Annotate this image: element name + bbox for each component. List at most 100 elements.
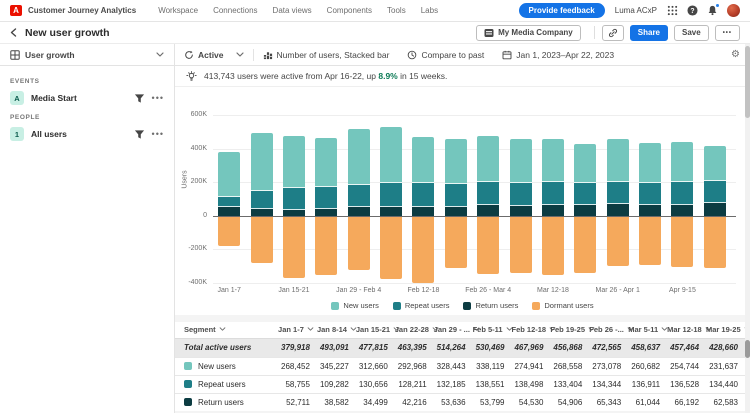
- bar-dormant-users[interactable]: [315, 217, 337, 275]
- column-header-week[interactable]: Mar 5-11: [628, 322, 667, 338]
- column-header-week[interactable]: Jan 22-28: [395, 322, 434, 338]
- bar-new-users[interactable]: [510, 139, 532, 183]
- nav-item-labs[interactable]: Labs: [421, 6, 438, 15]
- bar-dormant-users[interactable]: [639, 217, 661, 265]
- settings-gear-icon[interactable]: ⚙: [731, 49, 740, 60]
- help-icon[interactable]: ?: [687, 5, 698, 16]
- bar-new-users[interactable]: [412, 137, 434, 183]
- bar-return-users[interactable]: [542, 205, 564, 216]
- nav-item-connections[interactable]: Connections: [213, 6, 257, 15]
- column-header-week[interactable]: Feb 12-18: [511, 322, 550, 338]
- bar-return-users[interactable]: [445, 207, 467, 216]
- bar-new-users[interactable]: [477, 136, 499, 182]
- column-header-week[interactable]: Jan 29 - ...: [434, 322, 473, 338]
- column-header-week[interactable]: Jan 8-14: [317, 322, 356, 338]
- dimension-selector[interactable]: User growth: [0, 44, 175, 65]
- bar-new-users[interactable]: [574, 144, 596, 183]
- bar-repeat-users[interactable]: [607, 182, 629, 205]
- bar-repeat-users[interactable]: [510, 183, 532, 206]
- bar-new-users[interactable]: [607, 139, 629, 181]
- bar-return-users[interactable]: [412, 207, 434, 216]
- bar-return-users[interactable]: [639, 205, 661, 215]
- company-selector-button[interactable]: My Media Company: [476, 25, 581, 41]
- nav-item-data-views[interactable]: Data views: [273, 6, 312, 15]
- column-header-week[interactable]: Feb 19-25: [550, 322, 589, 338]
- bar-new-users[interactable]: [445, 139, 467, 184]
- legend-item-new-users[interactable]: New users: [331, 301, 378, 310]
- back-button[interactable]: [10, 28, 17, 37]
- org-name[interactable]: Luma ACxP: [615, 6, 657, 15]
- column-header-week[interactable]: Jan 15-21: [356, 322, 395, 338]
- bar-dormant-users[interactable]: [704, 217, 726, 267]
- bar-dormant-users[interactable]: [445, 217, 467, 267]
- bar-repeat-users[interactable]: [477, 182, 499, 205]
- legend-item-dormant-users[interactable]: Dormant users: [532, 301, 593, 310]
- share-button[interactable]: Share: [630, 25, 668, 41]
- bar-repeat-users[interactable]: [412, 183, 434, 206]
- bar-dormant-users[interactable]: [283, 217, 305, 277]
- bar-new-users[interactable]: [380, 127, 402, 184]
- people-item-all-users[interactable]: 1 All users •••: [10, 127, 164, 141]
- vertical-scrollbar[interactable]: [745, 44, 750, 413]
- bar-return-users[interactable]: [380, 207, 402, 216]
- bar-return-users[interactable]: [348, 207, 370, 216]
- bar-dormant-users[interactable]: [348, 217, 370, 270]
- column-header-week[interactable]: Mar 19-25: [706, 322, 745, 338]
- more-actions-button[interactable]: •••: [715, 25, 740, 41]
- bar-dormant-users[interactable]: [574, 217, 596, 272]
- bar-new-users[interactable]: [639, 143, 661, 183]
- bar-dormant-users[interactable]: [510, 217, 532, 272]
- bar-dormant-users[interactable]: [607, 217, 629, 266]
- more-options-icon[interactable]: •••: [152, 130, 164, 139]
- table-scrollbar-thumb[interactable]: [745, 340, 750, 358]
- bar-return-users[interactable]: [218, 207, 240, 216]
- compare-to-past-button[interactable]: Compare to past: [398, 44, 493, 65]
- bar-dormant-users[interactable]: [477, 217, 499, 273]
- nav-item-workspace[interactable]: Workspace: [158, 6, 198, 15]
- notifications-bell-icon[interactable]: [707, 5, 718, 16]
- bar-repeat-users[interactable]: [315, 187, 337, 209]
- bar-new-users[interactable]: [218, 152, 240, 197]
- status-dropdown[interactable]: Active: [175, 44, 253, 65]
- nav-item-tools[interactable]: Tools: [387, 6, 406, 15]
- bar-repeat-users[interactable]: [574, 183, 596, 206]
- bar-dormant-users[interactable]: [218, 217, 240, 246]
- bar-dormant-users[interactable]: [251, 217, 273, 262]
- bar-dormant-users[interactable]: [412, 217, 434, 283]
- save-button[interactable]: Save: [674, 25, 709, 41]
- bar-return-users[interactable]: [283, 210, 305, 216]
- bar-repeat-users[interactable]: [283, 188, 305, 210]
- bar-new-users[interactable]: [315, 138, 337, 187]
- bar-new-users[interactable]: [251, 133, 273, 191]
- bar-repeat-users[interactable]: [704, 181, 726, 203]
- bar-return-users[interactable]: [510, 206, 532, 216]
- column-header-week[interactable]: Feb 5-11: [473, 322, 512, 338]
- column-header-week[interactable]: Jan 1-7: [278, 322, 317, 338]
- bar-repeat-users[interactable]: [251, 191, 273, 209]
- bar-return-users[interactable]: [704, 203, 726, 215]
- bar-dormant-users[interactable]: [671, 217, 693, 267]
- column-header-week[interactable]: Mar 12-18: [667, 322, 706, 338]
- bar-repeat-users[interactable]: [218, 197, 240, 207]
- bar-repeat-users[interactable]: [445, 184, 467, 206]
- bar-repeat-users[interactable]: [348, 185, 370, 207]
- bar-new-users[interactable]: [704, 146, 726, 181]
- bar-dormant-users[interactable]: [380, 217, 402, 278]
- bar-repeat-users[interactable]: [542, 182, 564, 205]
- bar-return-users[interactable]: [315, 209, 337, 216]
- bar-new-users[interactable]: [542, 139, 564, 182]
- bar-return-users[interactable]: [607, 204, 629, 215]
- bar-return-users[interactable]: [671, 205, 693, 216]
- bar-repeat-users[interactable]: [671, 182, 693, 205]
- filter-icon[interactable]: [134, 93, 145, 104]
- legend-item-return-users[interactable]: Return users: [463, 301, 518, 310]
- more-options-icon[interactable]: •••: [152, 94, 164, 103]
- nav-item-components[interactable]: Components: [327, 6, 372, 15]
- filter-icon[interactable]: [134, 129, 145, 140]
- provide-feedback-button[interactable]: Provide feedback: [519, 3, 605, 18]
- viz-type-button[interactable]: Number of users, Stacked bar: [254, 44, 399, 65]
- bar-new-users[interactable]: [671, 142, 693, 181]
- event-item-media-start[interactable]: A Media Start •••: [10, 91, 164, 105]
- bar-dormant-users[interactable]: [542, 217, 564, 275]
- bar-new-users[interactable]: [348, 129, 370, 184]
